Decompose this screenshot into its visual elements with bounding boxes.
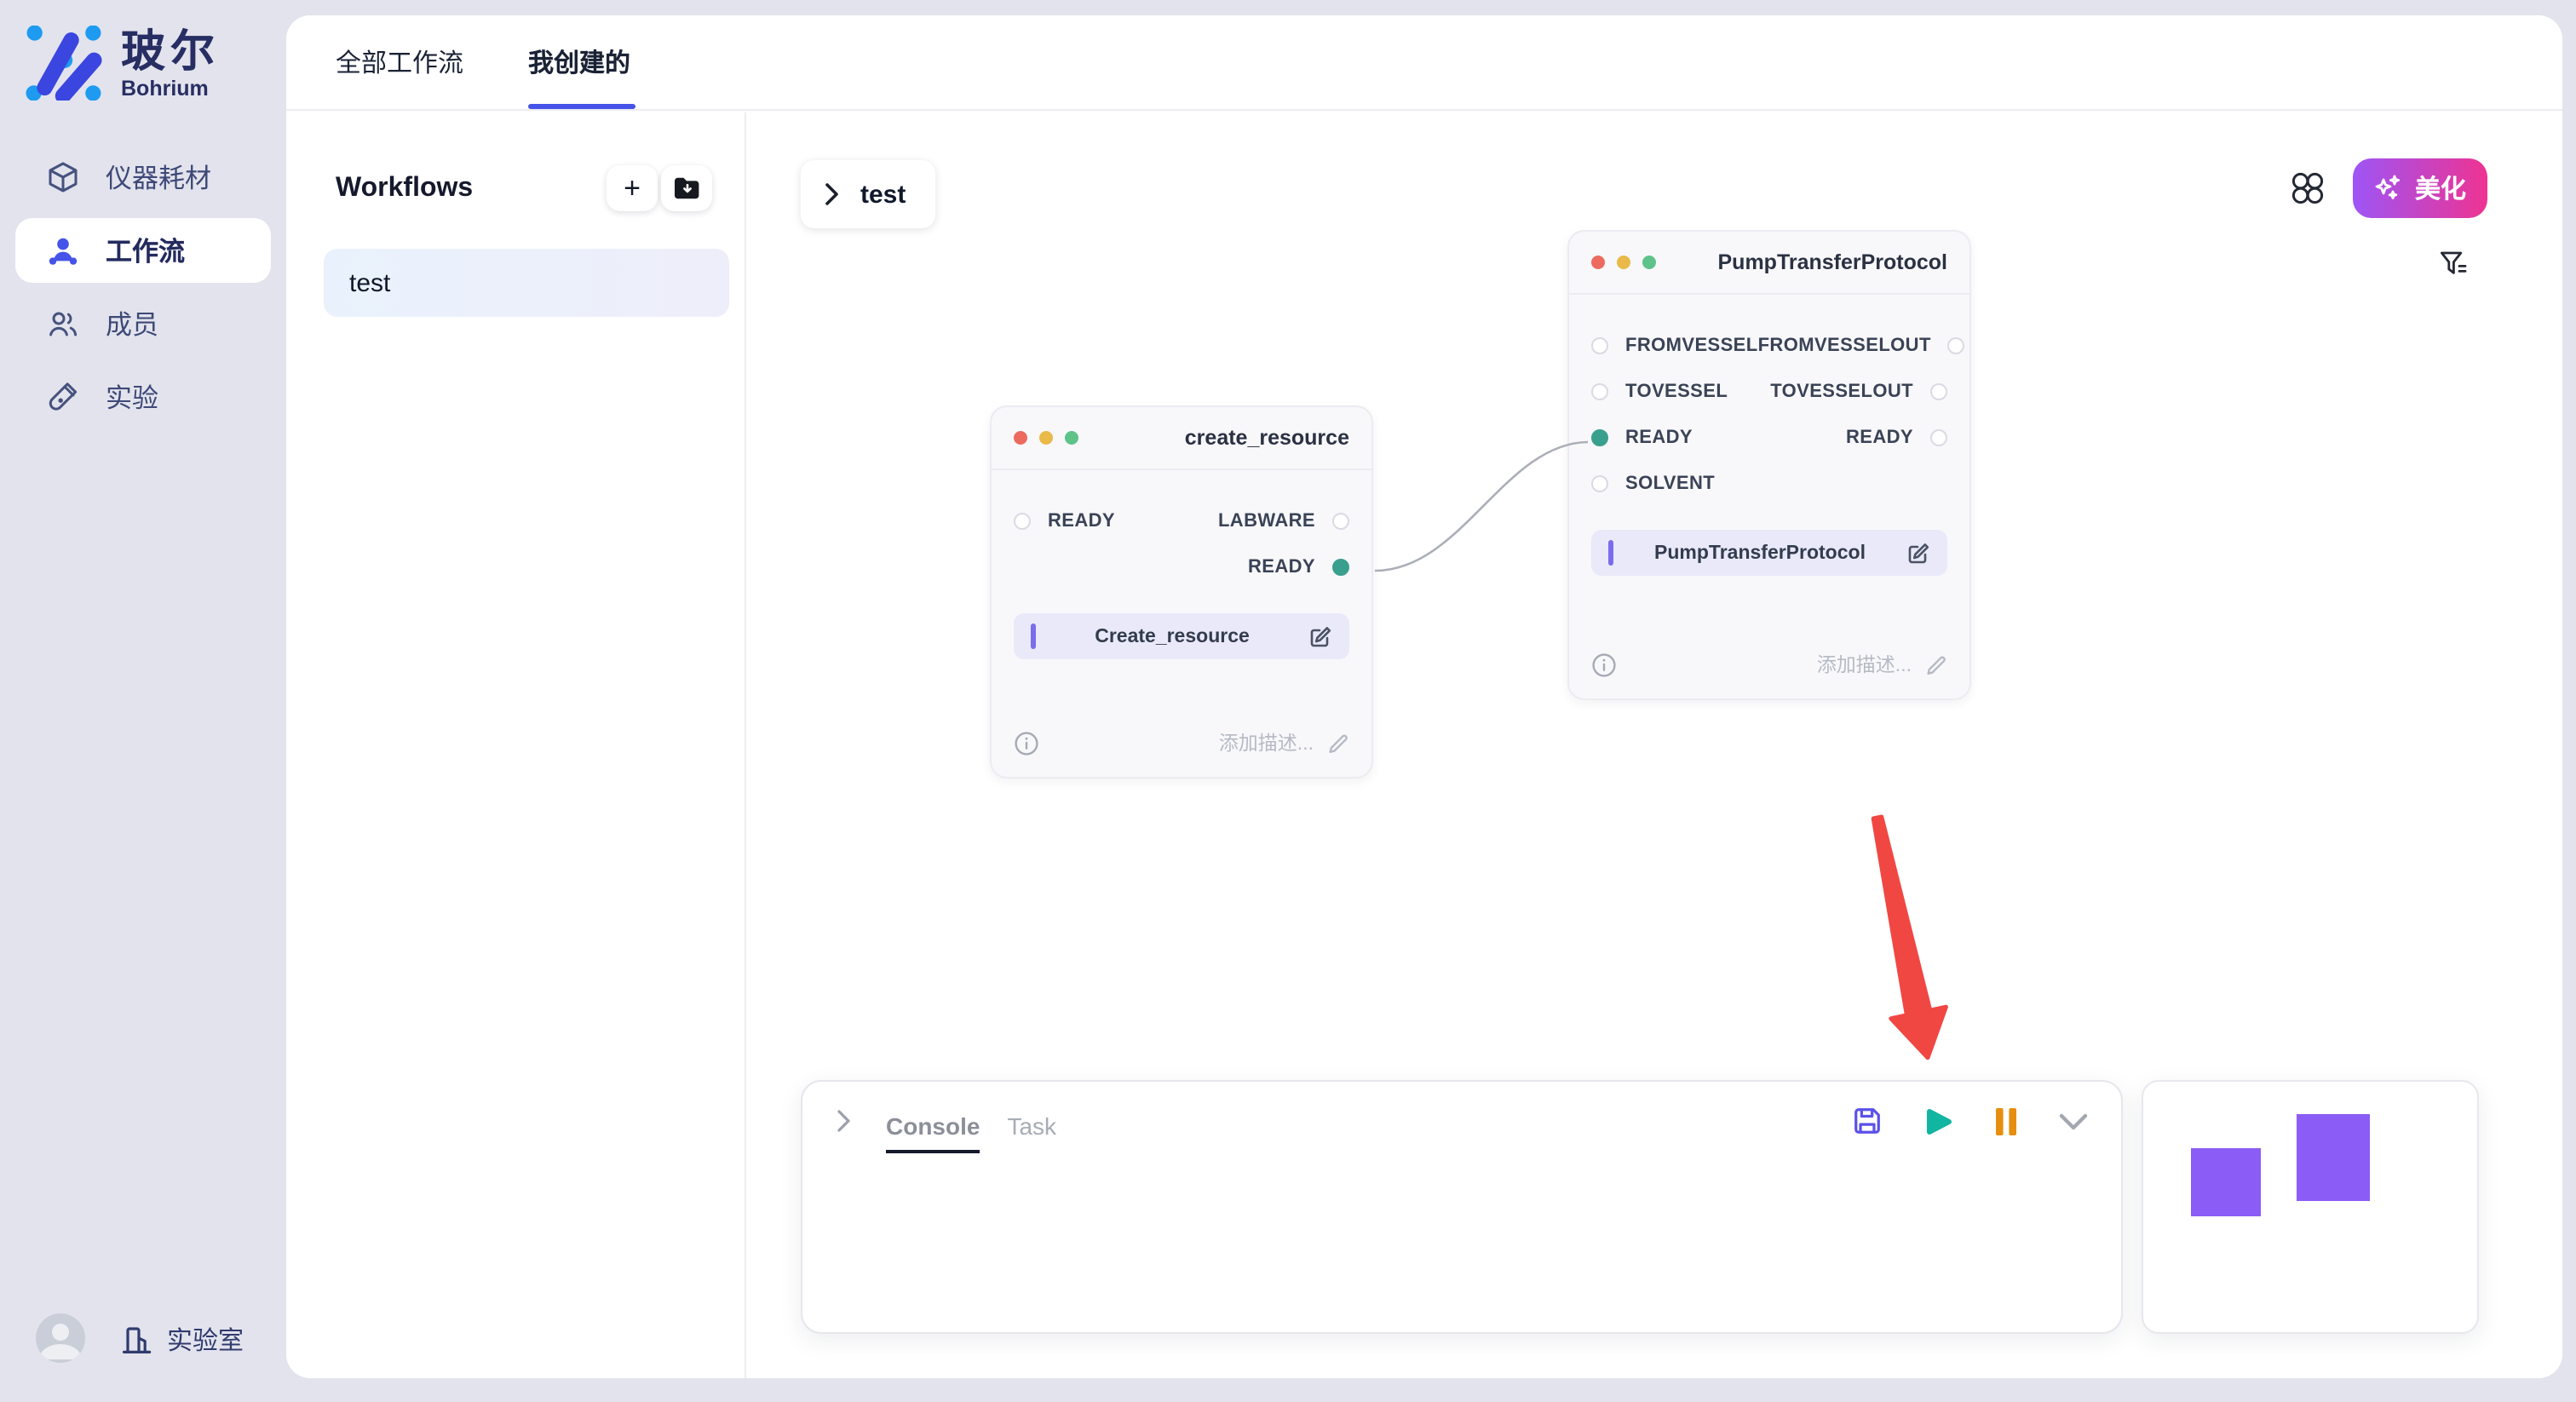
beautify-label: 美化 [2415,170,2466,206]
save-icon[interactable] [1852,1106,1883,1136]
minimap[interactable] [2142,1080,2479,1334]
avatar[interactable] [36,1313,85,1363]
output-port-labware[interactable]: LABWARE [1218,510,1349,531]
description-placeholder[interactable]: 添加描述... [1817,651,1912,678]
port-circle[interactable] [1591,474,1608,491]
input-port-ready[interactable]: READY [1014,510,1115,531]
port-circle[interactable] [1591,336,1608,353]
chevron-down-icon[interactable] [2058,1112,2089,1130]
lab-label: 实验室 [167,1322,244,1358]
port-circle[interactable] [1930,382,1947,399]
bohrium-logo-icon [24,26,104,101]
tab-task[interactable]: Task [1007,1089,1056,1153]
experiment-icon [46,380,80,414]
plus-icon: + [624,173,641,202]
workflow-list-item[interactable]: test [324,249,729,317]
port-circle[interactable] [1948,336,1965,353]
import-folder-button[interactable] [661,165,712,211]
port-circle[interactable] [1014,512,1031,529]
sidebar-item-label: 成员 [106,305,158,342]
node-footer: 添加描述... [1569,651,1969,698]
input-port-ready[interactable]: READY [1591,427,1693,447]
node-action-pill[interactable]: PumpTransferProtocol [1591,530,1947,576]
node-footer: 添加描述... [992,729,1371,777]
node-pump-transfer-protocol[interactable]: PumpTransferProtocol FROMVESSEL FROMVESS… [1567,230,1971,700]
app-root: 玻尔 Bohrium 仪器耗材 工作流 [0,0,2576,1402]
sidebar-nav: 仪器耗材 工作流 成员 [15,145,271,429]
brand-logo[interactable]: 玻尔 Bohrium [24,26,220,101]
pencil-icon[interactable] [1925,653,1947,675]
breadcrumb[interactable]: test [801,160,935,228]
pencil-icon[interactable] [1327,732,1349,754]
building-icon [121,1324,153,1356]
workflow-tabbar: 全部工作流 我创建的 [286,15,2562,111]
input-port-solvent[interactable]: SOLVENT [1591,473,1715,493]
sidebar-item-label: 工作流 [106,232,185,269]
workflow-icon [46,233,80,267]
node-title: create_resource [1185,426,1349,450]
workflows-list-panel: Workflows + test [286,112,746,1378]
sidebar-footer: 实验室 [0,1308,286,1402]
sidebar-item-members[interactable]: 成员 [15,291,271,356]
add-workflow-button[interactable]: + [607,165,658,211]
sidebar-item-label: 仪器耗材 [106,158,211,196]
run-play-icon[interactable] [1923,1105,1954,1137]
tab-my-created[interactable]: 我创建的 [528,15,637,109]
description-placeholder[interactable]: 添加描述... [1219,729,1314,756]
tab-all-workflows[interactable]: 全部工作流 [336,15,474,109]
workflow-name: test [349,268,390,297]
brand-name-zh: 玻尔 [121,26,220,77]
sidebar-item-instruments[interactable]: 仪器耗材 [15,145,271,210]
sidebar: 玻尔 Bohrium 仪器耗材 工作流 [0,0,286,1402]
port-circle[interactable] [1591,382,1608,399]
port-circle[interactable] [1332,512,1349,529]
chevron-right-icon [825,182,840,206]
sidebar-item-label: 实验 [106,378,158,416]
output-port-fromvesselout[interactable]: FROMVESSELOUT [1758,335,1965,355]
collapse-chevron-icon[interactable] [837,1109,852,1133]
minimap-node [2191,1148,2261,1216]
tab-console[interactable]: Console [886,1089,980,1153]
breadcrumb-label: test [860,180,906,209]
output-port-ready[interactable]: READY [1248,556,1349,577]
node-header: PumpTransferProtocol [1569,232,1969,295]
node-create-resource[interactable]: create_resource READY LABWARE [990,405,1373,779]
sidebar-item-workflow[interactable]: 工作流 [15,218,271,283]
input-port-fromvessel[interactable]: FROMVESSEL [1591,335,1758,355]
pause-icon[interactable] [1995,1106,2017,1135]
port-circle[interactable] [1930,428,1947,445]
info-icon[interactable] [1014,730,1039,756]
lab-switcher[interactable]: 实验室 [121,1322,244,1358]
console-panel: Console Task [801,1080,2123,1334]
output-port-ready[interactable]: READY [1846,427,1947,447]
edge-connection [1375,442,1588,571]
brand-name-en: Bohrium [121,77,220,101]
port-circle-connected[interactable] [1332,558,1349,575]
minimap-node [2297,1114,2370,1201]
window-dots-icon [1591,256,1656,269]
window-dots-icon [1014,431,1078,445]
sparkles-icon [2374,174,2403,203]
workflow-canvas[interactable]: test 美化 [746,112,2562,1378]
node-action-pill[interactable]: Create_resource [1014,613,1349,659]
folder-download-icon [672,175,701,201]
workflows-title: Workflows [336,174,473,204]
node-title: PumpTransferProtocol [1718,250,1948,274]
sidebar-item-experiments[interactable]: 实验 [15,365,271,429]
output-port-tovesselout[interactable]: TOVESSELOUT [1770,381,1947,401]
main-panel: 全部工作流 我创建的 Workflows + test [286,15,2562,1378]
info-icon[interactable] [1591,652,1617,677]
edit-icon[interactable] [1906,541,1930,565]
node-header: create_resource [992,407,1371,470]
edit-icon[interactable] [1308,624,1332,648]
members-icon [46,307,80,341]
filter-funnel-icon[interactable] [2440,250,2469,279]
box-icon [46,160,80,194]
layout-clover-icon[interactable] [2291,172,2324,204]
port-circle-connected[interactable] [1591,428,1608,445]
input-port-tovessel[interactable]: TOVESSEL [1591,381,1728,401]
beautify-button[interactable]: 美化 [2353,158,2487,218]
